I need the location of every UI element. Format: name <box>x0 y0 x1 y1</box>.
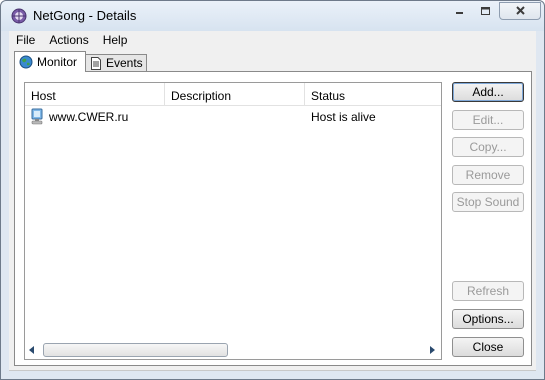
close-icon <box>515 6 525 15</box>
list-header: Host Description Status <box>25 83 441 106</box>
window-title: NetGong - Details <box>33 8 137 23</box>
remove-button[interactable]: Remove <box>452 165 524 185</box>
refresh-button[interactable]: Refresh <box>452 281 524 301</box>
edit-button[interactable]: Edit... <box>452 110 524 130</box>
client-area: Monitor Events Host Description Status w… <box>9 49 536 371</box>
computer-icon <box>30 108 44 128</box>
maximize-icon <box>480 7 490 15</box>
menu-actions[interactable]: Actions <box>42 31 95 49</box>
scroll-left-arrow-icon[interactable] <box>29 346 34 354</box>
options-button[interactable]: Options... <box>452 309 524 329</box>
tab-monitor-label: Monitor <box>37 55 78 69</box>
copy-button[interactable]: Copy... <box>452 137 524 157</box>
minimize-icon <box>456 12 463 14</box>
add-button[interactable]: Add... <box>452 82 524 102</box>
host-list[interactable]: Host Description Status www.CWER.ru Host… <box>24 82 442 360</box>
horizontal-scrollbar[interactable] <box>25 341 441 359</box>
tab-monitor[interactable]: Monitor <box>14 51 86 72</box>
scrollbar-thumb[interactable] <box>43 343 228 357</box>
title-bar[interactable]: NetGong - Details <box>1 1 544 31</box>
tab-events[interactable]: Events <box>85 54 147 71</box>
stop-sound-button[interactable]: Stop Sound <box>452 192 524 212</box>
minimize-button[interactable] <box>447 2 473 20</box>
netgong-app-icon <box>11 8 27 24</box>
menu-bar: File Actions Help <box>9 31 536 49</box>
app-window: NetGong - Details File Actions Help Moni… <box>0 0 545 380</box>
list-item[interactable]: www.CWER.ru Host is alive <box>25 107 441 127</box>
column-header-status[interactable]: Status <box>305 83 441 106</box>
menu-file[interactable]: File <box>9 31 42 49</box>
column-header-host[interactable]: Host <box>25 83 165 106</box>
tab-events-label: Events <box>106 56 143 70</box>
menu-help[interactable]: Help <box>96 31 135 49</box>
status-cell: Host is alive <box>311 110 376 124</box>
maximize-button[interactable] <box>473 2 497 20</box>
document-icon <box>91 56 101 70</box>
scroll-right-arrow-icon[interactable] <box>430 346 435 354</box>
close-window-button[interactable] <box>499 2 541 20</box>
close-button[interactable]: Close <box>452 337 524 357</box>
globe-icon <box>19 55 33 69</box>
column-header-description[interactable]: Description <box>165 83 305 106</box>
host-cell: www.CWER.ru <box>49 110 129 124</box>
